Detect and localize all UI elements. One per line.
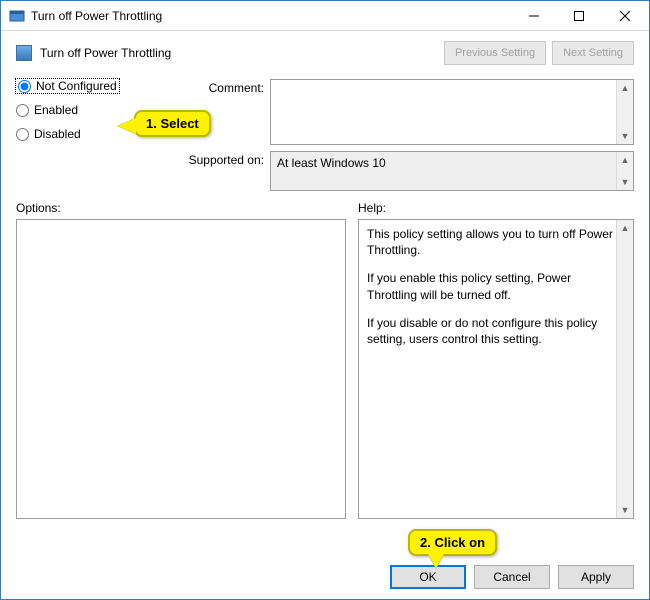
supported-row: Supported on: At least Windows 10 ▲ ▼ bbox=[186, 151, 634, 191]
radio-enabled-input[interactable] bbox=[16, 104, 29, 117]
setting-nav: Previous Setting Next Setting bbox=[444, 41, 634, 65]
supported-scroll: ▲ ▼ bbox=[616, 152, 633, 190]
help-text-3: If you disable or do not configure this … bbox=[367, 315, 613, 347]
window-title: Turn off Power Throttling bbox=[31, 9, 162, 23]
help-text-1: This policy setting allows you to turn o… bbox=[367, 226, 613, 258]
ok-button[interactable]: OK bbox=[390, 565, 466, 589]
comment-label: Comment: bbox=[186, 79, 264, 95]
comment-scroll: ▲ ▼ bbox=[616, 80, 633, 144]
help-box: This policy setting allows you to turn o… bbox=[358, 219, 634, 519]
scroll-up-icon[interactable]: ▲ bbox=[617, 152, 633, 168]
titlebar: Turn off Power Throttling bbox=[1, 1, 649, 31]
help-column: Help: This policy setting allows you to … bbox=[358, 201, 634, 559]
options-label: Options: bbox=[16, 201, 346, 215]
maximize-button[interactable] bbox=[556, 1, 601, 30]
scroll-down-icon[interactable]: ▼ bbox=[617, 502, 633, 518]
window-controls bbox=[511, 1, 649, 30]
header-row: Turn off Power Throttling Previous Setti… bbox=[1, 31, 649, 65]
close-button[interactable] bbox=[601, 1, 649, 30]
policy-heading: Turn off Power Throttling bbox=[40, 46, 171, 60]
scroll-up-icon[interactable]: ▲ bbox=[617, 80, 633, 96]
lower-grid: Options: Help: This policy setting allow… bbox=[1, 191, 649, 559]
supported-on-value: At least Windows 10 bbox=[277, 156, 386, 170]
fields-column: Comment: ▲ ▼ Supported on: At least Wind… bbox=[186, 79, 634, 191]
help-text-2: If you enable this policy setting, Power… bbox=[367, 270, 613, 302]
supported-on-box: At least Windows 10 ▲ ▼ bbox=[270, 151, 634, 191]
radio-enabled-label: Enabled bbox=[34, 103, 78, 117]
scroll-down-icon[interactable]: ▼ bbox=[617, 174, 633, 190]
next-setting-button[interactable]: Next Setting bbox=[552, 41, 634, 65]
radio-not-configured-label: Not Configured bbox=[36, 79, 117, 93]
dialog-window: Turn off Power Throttling Turn off Power… bbox=[0, 0, 650, 600]
radio-not-configured-input[interactable] bbox=[18, 80, 31, 93]
minimize-button[interactable] bbox=[511, 1, 556, 30]
app-icon bbox=[9, 8, 25, 24]
comment-row: Comment: ▲ ▼ bbox=[186, 79, 634, 145]
radio-disabled-label: Disabled bbox=[34, 127, 81, 141]
scroll-down-icon[interactable]: ▼ bbox=[617, 128, 633, 144]
radio-not-configured[interactable]: Not Configured bbox=[16, 79, 119, 93]
dialog-buttons: OK Cancel Apply bbox=[1, 559, 649, 599]
radio-disabled-input[interactable] bbox=[16, 128, 29, 141]
cancel-button[interactable]: Cancel bbox=[474, 565, 550, 589]
help-scroll: ▲ ▼ bbox=[616, 220, 633, 518]
scroll-up-icon[interactable]: ▲ bbox=[617, 220, 633, 236]
comment-input[interactable]: ▲ ▼ bbox=[270, 79, 634, 145]
supported-label: Supported on: bbox=[186, 151, 264, 167]
annotation-step-1: 1. Select bbox=[134, 110, 211, 137]
options-box bbox=[16, 219, 346, 519]
previous-setting-button[interactable]: Previous Setting bbox=[444, 41, 546, 65]
options-column: Options: bbox=[16, 201, 346, 559]
help-label: Help: bbox=[358, 201, 634, 215]
config-area: Not Configured Enabled Disabled Comment:… bbox=[1, 65, 649, 191]
apply-button[interactable]: Apply bbox=[558, 565, 634, 589]
annotation-step-2: 2. Click on bbox=[408, 529, 497, 556]
policy-icon bbox=[16, 45, 32, 61]
